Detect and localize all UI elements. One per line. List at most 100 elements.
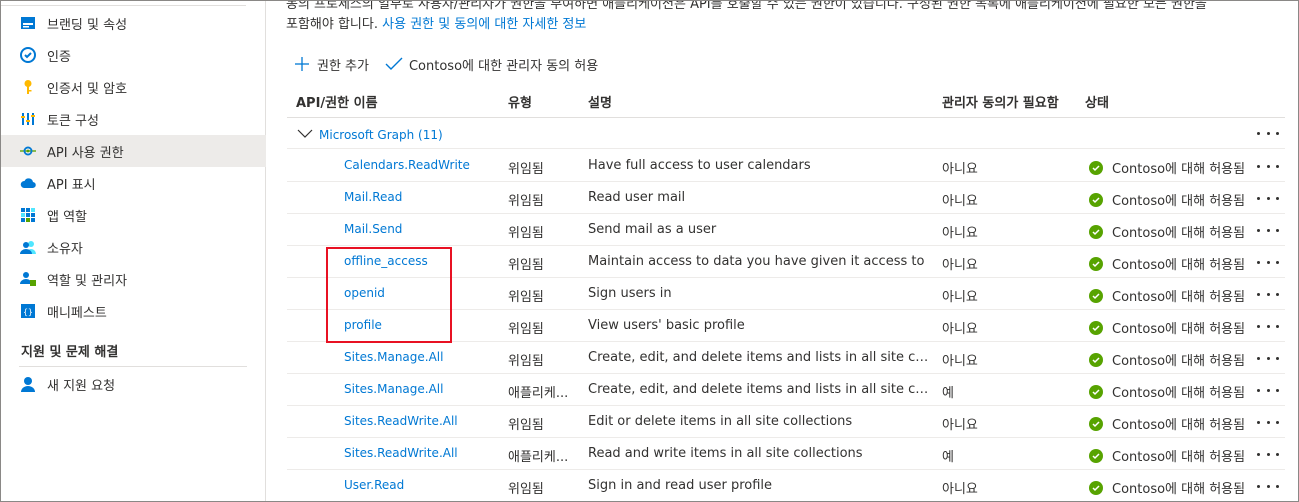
add-permission-button[interactable]: 권한 추가 bbox=[293, 55, 369, 74]
granted-check-icon bbox=[1089, 384, 1103, 399]
sidebar-item-label: 인증서 및 암호 bbox=[47, 81, 128, 97]
admin-consent-required: 아니요 bbox=[942, 290, 978, 305]
description-line-1: 동의 프로세스의 일부로 사용자/관리자가 권한을 부여하면 애플리케이션은 A… bbox=[286, 0, 1207, 12]
granted-check-icon bbox=[1089, 160, 1103, 175]
checkmark-icon bbox=[385, 55, 403, 73]
status-text: Contoso에 대해 허용됨 bbox=[1112, 322, 1246, 337]
status-text: Contoso에 대해 허용됨 bbox=[1112, 226, 1246, 241]
toolbar: 권한 추가 Contoso에 대한 관리자 동의 허용 bbox=[293, 54, 614, 74]
table-row[interactable]: Sites.Manage.All 위임됨 Create, edit, and del… bbox=[267, 342, 1298, 374]
table-header: API/권한 이름 유형 설명 관리자 동의가 필요함 상태 bbox=[267, 89, 1298, 113]
granted-check-icon bbox=[1089, 288, 1103, 303]
sidebar-item-owners[interactable]: 소유자 bbox=[1, 231, 266, 263]
permission-type: 위임됨 bbox=[508, 162, 544, 177]
permission-name-link[interactable]: Sites.ReadWrite.All bbox=[344, 414, 499, 428]
more-options-icon[interactable] bbox=[1257, 158, 1279, 174]
permission-description: Read user mail bbox=[588, 190, 686, 205]
table-row[interactable]: Mail.Send 위임됨 Send mail as a user 아니요 Contos… bbox=[267, 214, 1298, 246]
table-row[interactable]: Calendars.ReadWrite 위임됨 Have full access t… bbox=[267, 150, 1298, 182]
permission-type: 위임됨 bbox=[508, 194, 544, 209]
sidebar-item-manifest[interactable]: {} 매니페스트 bbox=[1, 295, 266, 327]
app-roles-icon bbox=[20, 207, 36, 223]
status-text: Contoso에 대해 허용됨 bbox=[1112, 482, 1246, 497]
permissions-consent-info-link[interactable]: 사용 권한 및 동의에 대한 자세한 정보 bbox=[382, 17, 586, 32]
group-more-options-icon[interactable] bbox=[1257, 132, 1279, 136]
permission-type: 위임됨 bbox=[508, 354, 544, 369]
column-header-name[interactable]: API/권한 이름 bbox=[296, 92, 378, 111]
table-row[interactable]: Sites.Manage.All 애플리케... Create, edit, and… bbox=[267, 374, 1298, 406]
status-cell: Contoso에 대해 허용됨 bbox=[1089, 414, 1249, 433]
permission-name-link[interactable]: Sites.Manage.All bbox=[344, 350, 499, 364]
table-row[interactable]: User.Read 위임됨 Sign in and read user profil… bbox=[267, 470, 1298, 501]
branding-icon bbox=[20, 15, 36, 31]
highlight-box bbox=[326, 247, 452, 343]
permission-description: Read and write items in all site collect… bbox=[588, 446, 863, 461]
group-microsoft-graph[interactable]: Microsoft Graph (11) bbox=[297, 125, 443, 145]
table-row[interactable]: Sites.ReadWrite.All 위임됨 Edit or delete ite… bbox=[267, 406, 1298, 438]
sidebar-item-token-configuration[interactable]: 토큰 구성 bbox=[1, 103, 266, 135]
more-options-icon[interactable] bbox=[1257, 478, 1279, 494]
sidebar-item-certificates-secrets[interactable]: 인증서 및 암호 bbox=[1, 71, 266, 103]
status-cell: Contoso에 대해 허용됨 bbox=[1089, 254, 1249, 273]
status-text: Contoso에 대해 허용됨 bbox=[1112, 386, 1246, 401]
more-options-icon[interactable] bbox=[1257, 414, 1279, 430]
permission-type: 위임됨 bbox=[508, 482, 544, 497]
sidebar-divider bbox=[19, 366, 247, 367]
status-cell: Contoso에 대해 허용됨 bbox=[1089, 318, 1249, 337]
status-text: Contoso에 대해 허용됨 bbox=[1112, 258, 1246, 273]
more-options-icon[interactable] bbox=[1257, 254, 1279, 270]
sidebar-item-roles-admins[interactable]: 역할 및 관리자 bbox=[1, 263, 266, 295]
sidebar-item-api-permissions[interactable]: API 사용 권한 bbox=[1, 135, 266, 167]
more-options-icon[interactable] bbox=[1257, 382, 1279, 398]
granted-check-icon bbox=[1089, 256, 1103, 271]
granted-check-icon bbox=[1089, 352, 1103, 367]
more-options-icon[interactable] bbox=[1257, 286, 1279, 302]
sidebar-item-label: 토큰 구성 bbox=[47, 113, 99, 129]
more-options-icon[interactable] bbox=[1257, 350, 1279, 366]
column-header-admin-consent[interactable]: 관리자 동의가 필요함 bbox=[942, 92, 1059, 111]
permission-description: Send mail as a user bbox=[588, 222, 717, 237]
status-cell: Contoso에 대해 허용됨 bbox=[1089, 286, 1249, 305]
permission-type: 애플리케... bbox=[508, 386, 569, 401]
permission-description: Sign in and read user profile bbox=[588, 478, 773, 493]
sidebar-item-label: 인증 bbox=[47, 49, 71, 65]
chevron-down-icon bbox=[297, 128, 313, 143]
permission-name-link[interactable]: Sites.Manage.All bbox=[344, 382, 499, 396]
column-header-status[interactable]: 상태 bbox=[1085, 92, 1109, 111]
admin-consent-required: 아니요 bbox=[942, 322, 978, 337]
more-options-icon[interactable] bbox=[1257, 446, 1279, 462]
sidebar-item-label: API 사용 권한 bbox=[47, 145, 124, 161]
permission-name-link[interactable]: Mail.Read bbox=[344, 190, 499, 204]
sidebar-item-branding[interactable]: 브랜딩 및 속성 bbox=[1, 7, 266, 39]
sidebar-item-authentication[interactable]: 인증 bbox=[1, 39, 266, 71]
sidebar-item-new-support-request[interactable]: 새 지원 요청 bbox=[1, 368, 266, 400]
status-text: Contoso에 대해 허용됨 bbox=[1112, 290, 1246, 305]
column-header-description[interactable]: 설명 bbox=[588, 92, 612, 111]
grant-admin-consent-button[interactable]: Contoso에 대한 관리자 동의 허용 bbox=[385, 55, 598, 74]
admin-consent-required: 예 bbox=[942, 386, 954, 401]
granted-check-icon bbox=[1089, 224, 1103, 239]
permission-name-link[interactable]: User.Read bbox=[344, 478, 499, 492]
more-options-icon[interactable] bbox=[1257, 222, 1279, 238]
table-row[interactable]: Mail.Read 위임됨 Read user mail 아니요 Contoso에 대해… bbox=[267, 182, 1298, 214]
permission-name-link[interactable]: Sites.ReadWrite.All bbox=[344, 446, 499, 460]
grant-admin-consent-label: Contoso에 대한 관리자 동의 허용 bbox=[408, 58, 599, 74]
support-request-icon bbox=[20, 376, 36, 392]
status-text: Contoso에 대해 허용됨 bbox=[1112, 418, 1246, 433]
table-row[interactable]: Sites.ReadWrite.All 애플리케... Read and write… bbox=[267, 438, 1298, 470]
admin-consent-required: 아니요 bbox=[942, 194, 978, 209]
sidebar-item-label: 역할 및 관리자 bbox=[47, 273, 128, 289]
sidebar-item-expose-api[interactable]: API 표시 bbox=[1, 167, 266, 199]
sidebar-item-app-roles[interactable]: 앱 역할 bbox=[1, 199, 266, 231]
more-options-icon[interactable] bbox=[1257, 190, 1279, 206]
more-options-icon[interactable] bbox=[1257, 318, 1279, 334]
permission-name-link[interactable]: Calendars.ReadWrite bbox=[344, 158, 499, 172]
manifest-icon: {} bbox=[20, 303, 36, 319]
sidebar-divider-top bbox=[1, 5, 246, 6]
admin-consent-required: 아니요 bbox=[942, 418, 978, 433]
permission-name-link[interactable]: Mail.Send bbox=[344, 222, 499, 236]
support-section-title: 지원 및 문제 해결 bbox=[21, 345, 119, 360]
owners-icon bbox=[20, 239, 36, 255]
permission-description: Have full access to user calendars bbox=[588, 158, 811, 173]
column-header-type[interactable]: 유형 bbox=[508, 92, 532, 111]
